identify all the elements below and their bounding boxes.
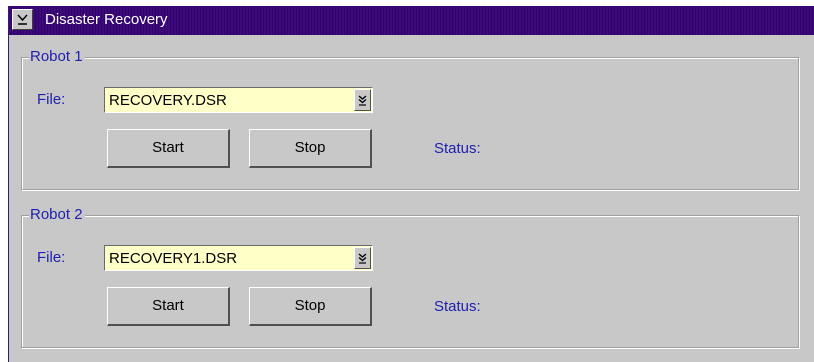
robot-2-stop-button[interactable]: Stop (249, 287, 372, 326)
robot-2-file-select[interactable]: RECOVERY1.DSR (104, 245, 373, 271)
robot-2-file-dropdown-button[interactable] (354, 247, 371, 269)
robot-2-status-label: Status: (434, 298, 481, 315)
robot-1-file-value: RECOVERY.DSR (109, 92, 227, 109)
robot-1-group: Robot 1 File: RECOVERY.DSR Start Stop St… (21, 48, 799, 190)
robot-2-group: Robot 2 File: RECOVERY1.DSR Start Stop S… (21, 206, 799, 348)
dropdown-arrow-icon (358, 95, 367, 106)
window-title: Disaster Recovery (45, 11, 168, 28)
robot-2-start-button[interactable]: Start (107, 287, 230, 326)
robot-2-file-label: File: (37, 249, 66, 266)
dropdown-arrow-icon (358, 253, 367, 264)
robot-1-file-dropdown-button[interactable] (354, 89, 371, 111)
disaster-recovery-window: Disaster Recovery Robot 1 File: RECOVERY… (8, 6, 814, 362)
robot-1-file-select[interactable]: RECOVERY.DSR (104, 87, 373, 113)
robot-2-file-value: RECOVERY1.DSR (109, 250, 238, 267)
robot-1-status-label: Status: (434, 140, 481, 157)
robot-1-group-label: Robot 1 (29, 48, 85, 66)
robot-1-file-label: File: (37, 91, 66, 108)
robot-1-stop-button[interactable]: Stop (249, 129, 372, 168)
system-menu-button[interactable] (12, 9, 33, 30)
chevron-down-icon (17, 14, 28, 25)
title-bar[interactable]: Disaster Recovery (9, 6, 814, 35)
robot-1-start-button[interactable]: Start (107, 129, 230, 168)
robot-2-group-label: Robot 2 (29, 206, 85, 224)
